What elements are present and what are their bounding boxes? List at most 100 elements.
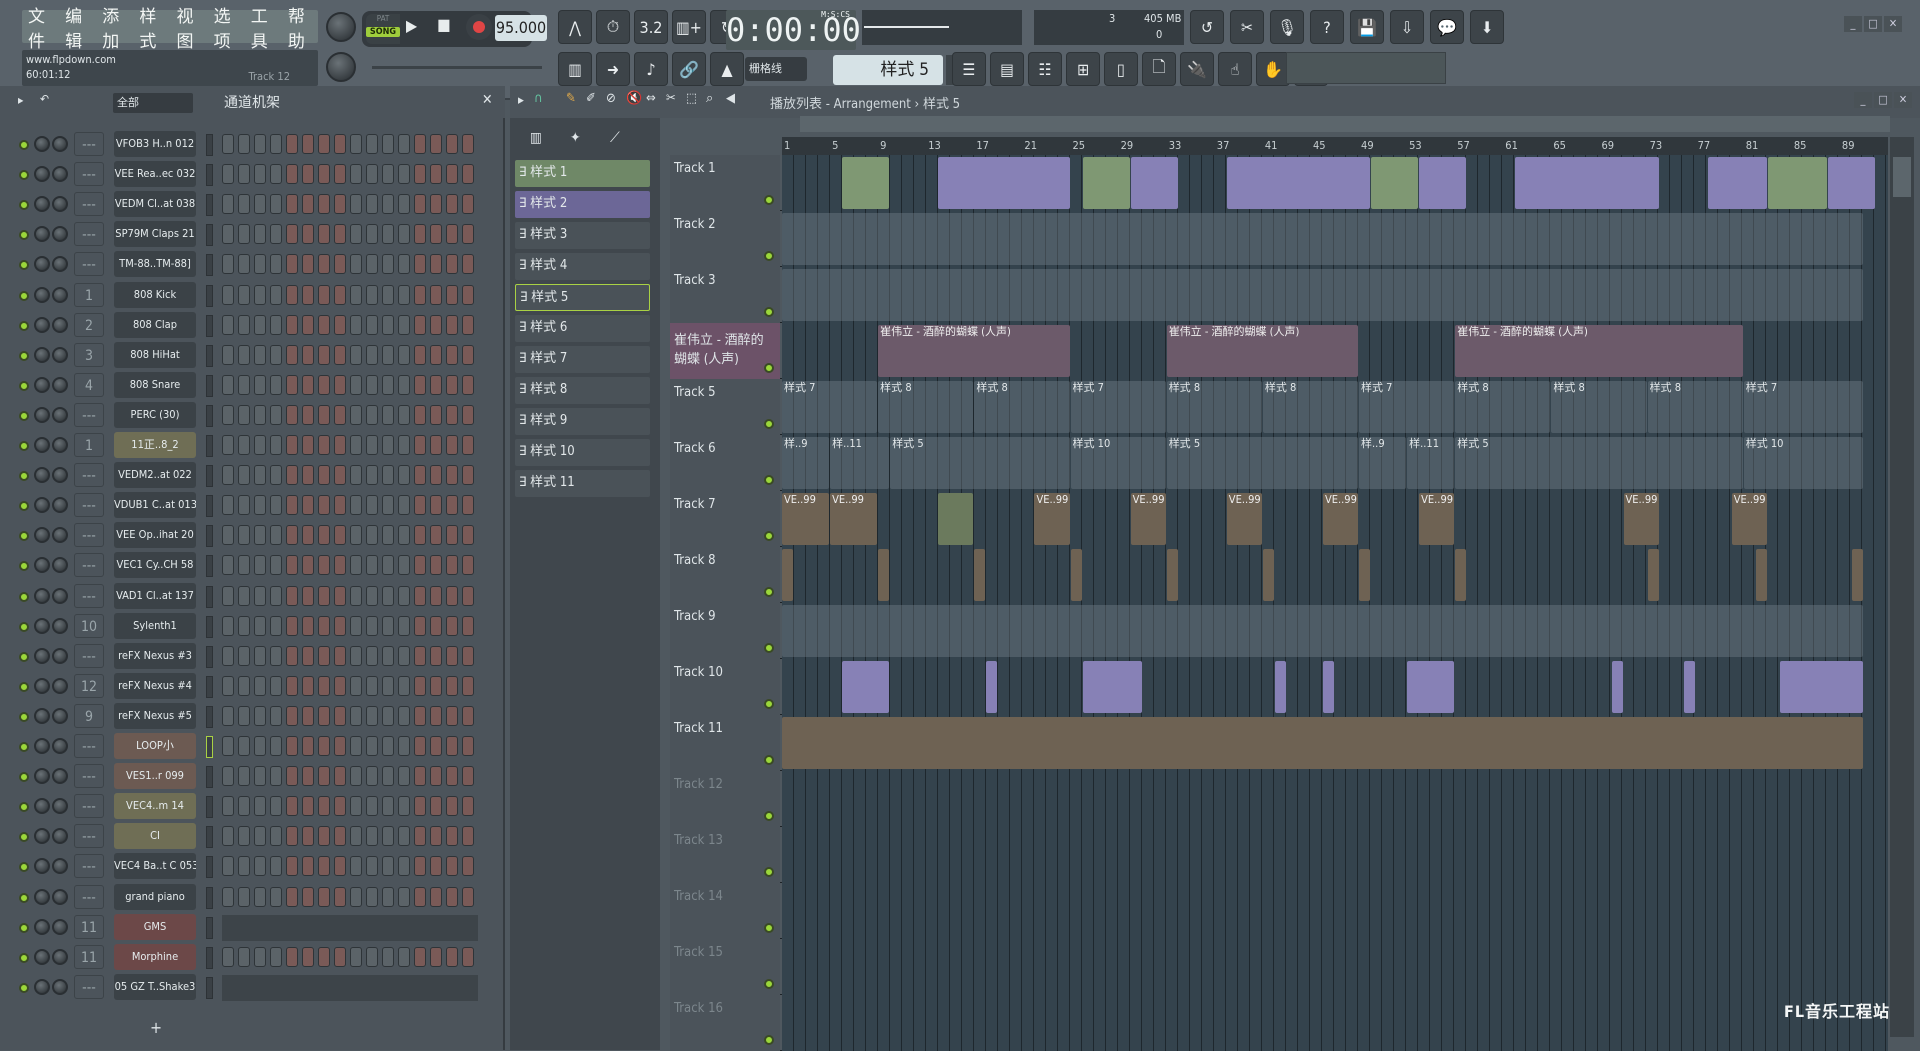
step-button[interactable]: [318, 796, 330, 817]
select-tool-icon[interactable]: ⬚: [686, 91, 697, 106]
step-button[interactable]: [302, 886, 314, 907]
playback-tool-icon[interactable]: ◀: [726, 91, 735, 106]
step-button[interactable]: [254, 134, 266, 154]
playlist-clip[interactable]: [1322, 661, 1334, 713]
step-button[interactable]: [350, 314, 362, 335]
track-mute-led[interactable]: [764, 475, 774, 485]
render-button[interactable]: ⇩: [1390, 10, 1424, 44]
playlist-minimize-button[interactable]: _: [1854, 92, 1872, 108]
step-button[interactable]: [462, 254, 474, 275]
channel-name-button[interactable]: VEE Rea..ec 032: [114, 161, 196, 188]
mixer-track-number[interactable]: ---: [74, 884, 104, 909]
pattern-item[interactable]: ∃ 样式 1: [515, 160, 650, 187]
step-button[interactable]: [270, 254, 282, 275]
track-lane[interactable]: [782, 995, 1888, 1051]
step-button[interactable]: [270, 284, 282, 305]
channel-volume-knob[interactable]: [52, 677, 68, 694]
channel-volume-knob[interactable]: [52, 707, 68, 724]
playlist-clip[interactable]: 样式 5: [1166, 437, 1359, 489]
step-button[interactable]: [398, 224, 410, 245]
undo-button[interactable]: ↺: [1190, 10, 1224, 44]
stamp-button[interactable]: ▲: [710, 52, 744, 86]
step-button[interactable]: [238, 435, 250, 455]
channel-pan-knob[interactable]: [34, 918, 50, 935]
mixer-track-number[interactable]: 1: [74, 282, 104, 307]
track-mute-led[interactable]: [764, 811, 774, 821]
step-button[interactable]: [238, 585, 250, 606]
step-button[interactable]: [318, 856, 330, 877]
channel-pan-knob[interactable]: [34, 376, 50, 393]
step-button[interactable]: [414, 826, 426, 847]
step-button[interactable]: [238, 886, 250, 907]
playlist-clip[interactable]: [1359, 549, 1371, 601]
step-button[interactable]: [302, 585, 314, 606]
step-button[interactable]: [366, 946, 378, 967]
step-button[interactable]: [238, 675, 250, 696]
step-button[interactable]: [462, 946, 474, 967]
step-button[interactable]: [430, 796, 442, 817]
step-button[interactable]: [382, 946, 394, 967]
cut-button[interactable]: ✂: [1230, 10, 1264, 44]
playlist-clip[interactable]: [782, 549, 794, 601]
step-button[interactable]: [254, 736, 266, 756]
step-button[interactable]: [334, 555, 346, 576]
step-button[interactable]: [414, 675, 426, 696]
channel-pan-knob[interactable]: [34, 226, 50, 243]
playlist-clip[interactable]: [938, 493, 974, 545]
step-button[interactable]: [270, 946, 282, 967]
channel-volume-knob[interactable]: [52, 587, 68, 604]
step-button[interactable]: [414, 254, 426, 275]
step-button[interactable]: [350, 615, 362, 636]
step-button[interactable]: [446, 254, 458, 275]
step-button[interactable]: [350, 705, 362, 726]
hand-button[interactable]: ✋: [1256, 52, 1290, 86]
playlist-clip[interactable]: [1166, 549, 1178, 601]
step-button[interactable]: [334, 495, 346, 516]
channel-select[interactable]: [206, 736, 213, 758]
step-button[interactable]: [302, 404, 314, 425]
step-button[interactable]: [286, 435, 298, 455]
channel-name-button[interactable]: VEC4 Ba..t C 053: [114, 853, 196, 880]
browser-button[interactable]: ▯: [1104, 52, 1138, 86]
channel-volume-knob[interactable]: [52, 467, 68, 484]
step-button[interactable]: [238, 164, 250, 185]
step-button[interactable]: [398, 134, 410, 154]
channel-select[interactable]: [206, 615, 213, 638]
step-button[interactable]: [254, 826, 266, 847]
step-button[interactable]: [254, 886, 266, 907]
step-button[interactable]: [414, 314, 426, 335]
step-button[interactable]: [318, 826, 330, 847]
channel-pan-knob[interactable]: [34, 437, 50, 453]
step-button[interactable]: [430, 284, 442, 305]
step-button[interactable]: [382, 766, 394, 787]
channel-mute-led[interactable]: [19, 561, 29, 572]
step-button[interactable]: [382, 194, 394, 215]
channel-select[interactable]: [206, 826, 213, 849]
step-button[interactable]: [430, 886, 442, 907]
channel-volume-knob[interactable]: [52, 768, 68, 785]
step-button[interactable]: [318, 645, 330, 666]
channel-volume-knob[interactable]: [52, 798, 68, 815]
mixer-track-number[interactable]: ---: [74, 553, 104, 578]
playlist-clip[interactable]: 样式 5: [1455, 437, 1743, 489]
channel-mute-led[interactable]: [19, 260, 29, 271]
step-button[interactable]: [222, 404, 234, 425]
channel-volume-knob[interactable]: [52, 888, 68, 905]
playlist-clip[interactable]: 样式 8: [878, 381, 974, 433]
step-button[interactable]: [414, 224, 426, 245]
step-button[interactable]: [318, 946, 330, 967]
mixer-button[interactable]: ☷: [1028, 52, 1062, 86]
step-button[interactable]: [270, 585, 282, 606]
playlist-clip[interactable]: [782, 269, 1863, 321]
channel-volume-knob[interactable]: [52, 527, 68, 544]
step-button[interactable]: [446, 946, 458, 967]
help-button[interactable]: ?: [1310, 10, 1344, 44]
save-button[interactable]: 💾: [1350, 10, 1384, 44]
step-button[interactable]: [270, 675, 282, 696]
playlist-clip[interactable]: [782, 605, 1863, 657]
channel-volume-knob[interactable]: [52, 136, 68, 152]
step-edit-button[interactable]: ▥+: [672, 10, 706, 44]
step-button[interactable]: [270, 314, 282, 335]
mixer-track-number[interactable]: ---: [74, 252, 104, 277]
step-button[interactable]: [270, 856, 282, 877]
